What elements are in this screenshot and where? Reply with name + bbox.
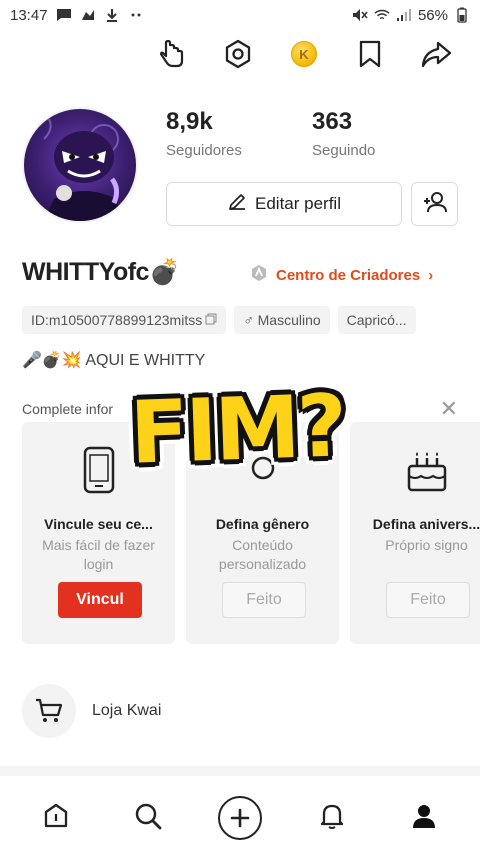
card-subtitle: Mais fácil de fazer login xyxy=(42,537,155,572)
card-subtitle: Próprio signo xyxy=(385,537,468,553)
share-icon[interactable] xyxy=(418,36,454,72)
wifi-icon xyxy=(374,8,390,22)
edit-profile-button[interactable]: Editar perfil xyxy=(166,182,402,226)
coin-icon[interactable]: K xyxy=(286,36,322,72)
cart-icon xyxy=(22,684,76,738)
followers-value: 8,9k xyxy=(166,108,213,135)
creator-badge-icon xyxy=(250,264,268,286)
battery-icon xyxy=(454,7,470,23)
top-actions: K xyxy=(154,36,454,72)
link-button[interactable]: Vincul xyxy=(58,582,142,618)
add-friend-button[interactable] xyxy=(411,182,458,226)
overlay-sticker-text: FIM? xyxy=(128,376,346,484)
shop-label: Loja Kwai xyxy=(92,702,162,719)
nav-create[interactable] xyxy=(216,794,264,842)
nav-notifications[interactable] xyxy=(308,794,356,842)
following-label: Seguindo xyxy=(312,142,376,159)
done-button[interactable]: Feito xyxy=(386,582,470,618)
mute-icon xyxy=(352,8,368,22)
card-subtitle: Conteúdo personalizado xyxy=(218,537,307,572)
nav-profile[interactable] xyxy=(400,794,448,842)
nav-home[interactable] xyxy=(32,794,80,842)
bottom-nav xyxy=(0,784,480,852)
avatar[interactable] xyxy=(22,107,138,223)
nav-search[interactable] xyxy=(124,794,172,842)
following-stat[interactable]: 363 Seguindo xyxy=(312,108,375,159)
copy-icon xyxy=(205,312,217,328)
chevron-right-icon: › xyxy=(428,266,434,284)
user-id-label: ID:m10500778899123mitss xyxy=(31,312,203,328)
done-button[interactable]: Feito xyxy=(222,582,306,618)
card-title: Defina anivers... xyxy=(372,516,480,532)
profile-tags: ID:m10500778899123mitss ♂ Masculino Capr… xyxy=(22,306,416,334)
bell-icon xyxy=(318,802,346,835)
pencil-icon xyxy=(227,192,247,217)
followers-stat[interactable]: 8,9k Seguidores xyxy=(166,108,242,159)
bio: 🎤💣💥 AQUI E WHITTY xyxy=(22,352,206,369)
hand-pointer-icon[interactable] xyxy=(154,36,190,72)
plus-icon xyxy=(218,796,262,840)
creators-center-link[interactable]: Centro de Criadores › xyxy=(250,264,433,286)
creators-center-label: Centro de Criadores xyxy=(276,266,421,284)
settings-icon[interactable] xyxy=(220,36,256,72)
tag-zodiac[interactable]: Capricó... xyxy=(337,306,416,334)
message-icon xyxy=(56,8,72,22)
status-time: 13:47 xyxy=(10,6,48,24)
shop-entry[interactable]: Loja Kwai xyxy=(22,684,161,738)
followers-label: Seguidores xyxy=(166,142,242,159)
cake-icon xyxy=(350,446,480,494)
app-notification-icon xyxy=(80,8,96,22)
card-title: Defina gênero xyxy=(215,516,310,532)
card-title: Vincule seu ce... xyxy=(44,516,153,532)
card-set-birthday[interactable]: Defina anivers... Próprio signo Feito xyxy=(350,422,480,644)
search-icon xyxy=(134,802,162,835)
complete-info-label: Complete infor xyxy=(22,401,114,417)
status-left: 13:47 xyxy=(10,7,144,24)
section-divider xyxy=(0,766,480,776)
status-bar: 13:47 56% xyxy=(0,0,480,30)
tag-user-id[interactable]: ID:m10500778899123mitss xyxy=(22,306,227,334)
download-icon xyxy=(104,8,120,22)
bookmark-icon[interactable] xyxy=(352,36,388,72)
more-dots-icon xyxy=(128,8,144,22)
coin-badge: K xyxy=(291,41,317,67)
battery-level: 56% xyxy=(417,6,448,24)
signal-icon xyxy=(396,8,412,22)
close-icon[interactable]: ✕ xyxy=(440,396,458,422)
username: WHITTYofc💣 xyxy=(22,258,180,286)
home-icon xyxy=(42,802,70,835)
avatar-illustration xyxy=(43,118,123,221)
status-right: 56% xyxy=(352,7,470,24)
profile-icon xyxy=(410,802,438,835)
following-value: 363 xyxy=(312,108,353,135)
add-user-icon xyxy=(422,190,448,219)
tag-gender[interactable]: ♂ Masculino xyxy=(234,306,330,334)
edit-profile-label: Editar perfil xyxy=(255,194,341,213)
